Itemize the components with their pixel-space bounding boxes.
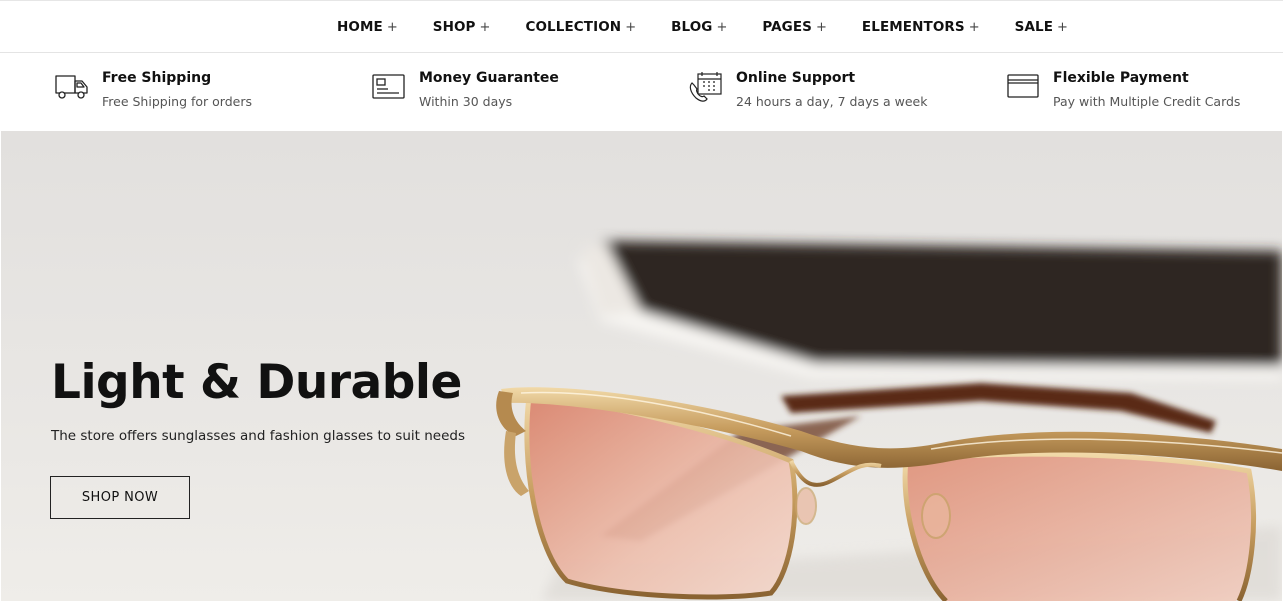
truck-icon (55, 75, 88, 99)
nav-label: COLLECTION (525, 19, 622, 35)
nav-label: SHOP (432, 19, 476, 35)
nav-label: HOME (337, 19, 383, 35)
plus-icon: + (716, 19, 728, 35)
credit-card-icon (1007, 74, 1039, 98)
hero-banner: Light & Durable The store offers sunglas… (1, 131, 1282, 601)
feature-title: Free Shipping (102, 70, 212, 86)
main-navigation: HOME + SHOP + COLLECTION + BLOG + PAGES + ELE… (0, 1, 1283, 53)
nav-label: BLOG (671, 19, 713, 35)
feature-title: Online Support (736, 70, 856, 86)
hero-heading: Light & Durable (51, 355, 462, 410)
feature-title: Money Guarantee (419, 70, 559, 86)
nav-label: PAGES (762, 19, 813, 35)
nav-item-collection[interactable]: COLLECTION + (525, 19, 636, 35)
nav-item-blog[interactable]: BLOG + (671, 19, 727, 35)
nav-label: ELEMENTORS (861, 19, 965, 35)
hero-text: The store offers sunglasses and fashion … (51, 428, 466, 444)
plus-icon: + (816, 19, 827, 35)
nav-item-pages[interactable]: PAGES + (762, 19, 827, 35)
feature-subtitle: Within 30 days (419, 94, 513, 109)
phone-calendar-icon (689, 72, 722, 102)
plus-icon: + (625, 19, 637, 35)
shop-now-button[interactable]: SHOP NOW (50, 476, 190, 519)
nav-item-shop[interactable]: SHOP + (433, 19, 491, 35)
nav-menu: HOME + SHOP + COLLECTION + BLOG + PAGES + ELE… (337, 1, 1103, 53)
nav-item-home[interactable]: HOME + (337, 19, 398, 35)
plus-icon: + (1057, 19, 1068, 35)
feature-bar: Free Shipping Free Shipping for orders M… (0, 54, 1283, 131)
plus-icon: + (386, 19, 398, 35)
plus-icon: + (479, 19, 491, 35)
feature-subtitle: Free Shipping for orders (102, 94, 253, 109)
id-card-icon (372, 74, 405, 99)
feature-subtitle: 24 hours a day, 7 days a week (736, 94, 928, 109)
nav-item-elementors[interactable]: ELEMENTORS + (862, 19, 980, 35)
plus-icon: + (968, 19, 980, 35)
nav-item-sale[interactable]: SALE + (1015, 19, 1068, 35)
feature-title: Flexible Payment (1053, 70, 1189, 86)
feature-subtitle: Pay with Multiple Credit Cards (1053, 94, 1241, 109)
nav-label: SALE (1014, 19, 1054, 35)
